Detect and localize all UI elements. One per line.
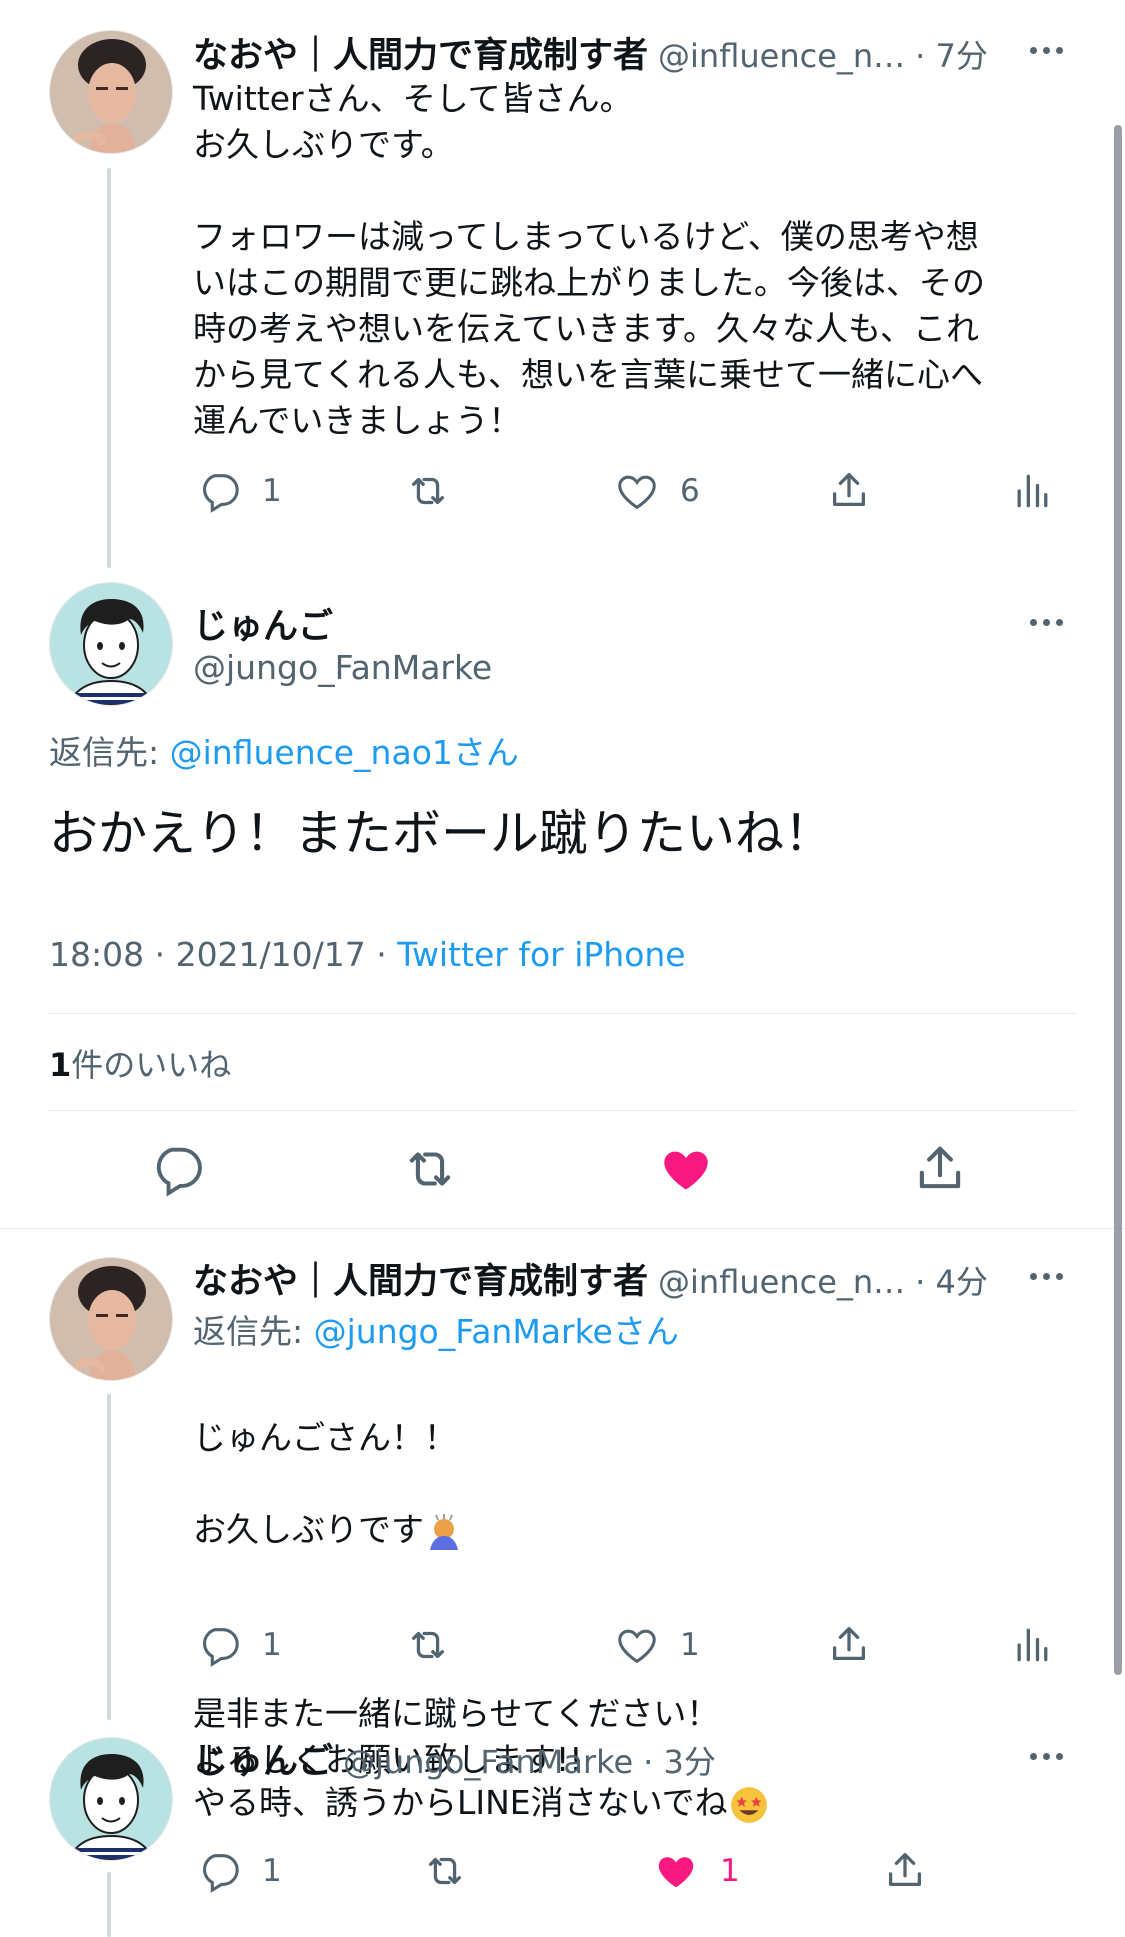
tweet-timestamp[interactable]: 18:08 · 2021/10/17 ·	[49, 935, 397, 974]
reply-to-label: 返信先:	[49, 733, 170, 772]
more-icon[interactable]	[1030, 1753, 1063, 1760]
tweet-text: Twitterさん、そして皆さん。 お久しぶりです。 フォロワーは減ってしまって…	[193, 79, 985, 440]
tweet-text: やる時、誘うからLINE消さないでね	[193, 1783, 728, 1822]
handle[interactable]: @jungo_FanMarke	[193, 648, 492, 687]
reply-icon	[196, 468, 242, 514]
heart-icon	[614, 1622, 660, 1668]
tweet-text-segment: お久しぶりです	[193, 1510, 424, 1549]
retweet-button[interactable]	[398, 1140, 462, 1198]
share-button[interactable]	[826, 466, 872, 514]
tweet-text-line: お久しぶりです	[193, 1507, 1073, 1553]
retweet-button[interactable]	[420, 1848, 470, 1894]
divider	[0, 1228, 1125, 1229]
share-icon	[826, 466, 872, 514]
reply-button[interactable]: 1	[196, 1622, 282, 1668]
analytics-button[interactable]	[1010, 1622, 1054, 1668]
more-icon[interactable]	[1030, 619, 1063, 626]
reply-count: 1	[262, 473, 282, 509]
avatar[interactable]	[49, 1737, 173, 1861]
avatar[interactable]	[49, 582, 173, 706]
share-button[interactable]	[826, 1620, 872, 1668]
likes-number: 1	[49, 1046, 72, 1084]
like-button[interactable]: 1	[614, 1622, 700, 1668]
reply-button[interactable]	[148, 1140, 206, 1198]
heart-filled-icon	[656, 1140, 716, 1198]
scrollbar[interactable]	[1114, 125, 1122, 1675]
display-name[interactable]: じゅんご	[193, 598, 333, 649]
handle[interactable]: @influence_n…	[658, 37, 905, 75]
timestamp[interactable]: · 4分	[915, 1257, 988, 1303]
display-name[interactable]: なおや｜人間力で育成制す者	[193, 1253, 648, 1304]
tweet-header: なおや｜人間力で育成制す者 @influence_n… · 4分	[193, 1253, 988, 1304]
like-count: 1	[720, 1853, 740, 1889]
heart-filled-icon	[652, 1848, 700, 1894]
retweet-icon	[403, 1622, 453, 1668]
divider	[49, 1110, 1077, 1111]
reply-to: 返信先: @jungo_FanMarkeさん	[193, 1305, 679, 1353]
share-icon	[882, 1846, 928, 1894]
heart-icon	[614, 468, 660, 514]
tweet-text: おかえり！またボール蹴りたいね！	[49, 805, 834, 862]
tweet-header: じゅんご @jungo_FanMarke · 3分	[193, 1733, 716, 1784]
reply-to-link[interactable]: @jungo_FanMarkeさん	[314, 1312, 679, 1351]
tweet-source-link[interactable]: Twitter for iPhone	[397, 935, 685, 974]
more-icon[interactable]	[1030, 1273, 1063, 1280]
handle[interactable]: @jungo_FanMarke	[343, 1743, 633, 1781]
like-count: 1	[680, 1627, 700, 1663]
reply-button[interactable]: 1	[196, 468, 282, 514]
reply-icon	[196, 1848, 242, 1894]
handle[interactable]: @influence_n…	[658, 1263, 905, 1301]
like-button-liked[interactable]	[656, 1140, 716, 1198]
thread-line	[107, 1394, 111, 1720]
share-icon	[826, 1620, 872, 1668]
tweet-text-line: じゅんごさん！！	[193, 1418, 457, 1457]
retweet-icon	[420, 1848, 470, 1894]
reply-to-link[interactable]: @influence_nao1さん	[170, 733, 519, 772]
reply-icon	[196, 1622, 242, 1668]
avatar[interactable]	[49, 30, 173, 154]
analytics-icon	[1010, 468, 1054, 514]
share-button[interactable]	[911, 1138, 969, 1198]
retweet-icon	[403, 468, 453, 514]
likes-label: 件のいいね	[71, 1046, 232, 1084]
reply-to: 返信先: @influence_nao1さん	[49, 726, 519, 774]
analytics-icon	[1010, 1622, 1054, 1668]
divider	[49, 1013, 1077, 1014]
retweet-icon	[398, 1140, 462, 1198]
retweet-button[interactable]	[403, 1622, 453, 1668]
thread-line	[107, 168, 111, 568]
share-icon	[911, 1138, 969, 1198]
reply-count: 1	[262, 1853, 282, 1889]
tweet-text-wrap: やる時、誘うからLINE消さないでね	[193, 1780, 1073, 1826]
timestamp[interactable]: · 3分	[643, 1737, 716, 1783]
like-button-liked[interactable]: 1	[652, 1848, 740, 1894]
like-count: 6	[680, 473, 700, 509]
bowing-person-emoji-icon	[430, 1513, 458, 1550]
reply-count: 1	[262, 1627, 282, 1663]
thread-line	[107, 1872, 111, 1937]
likes-summary[interactable]: 1件のいいね	[49, 1040, 231, 1086]
avatar[interactable]	[49, 1257, 173, 1381]
timestamp[interactable]: · 7分	[915, 31, 988, 77]
like-button[interactable]: 6	[614, 468, 700, 514]
reply-button[interactable]: 1	[196, 1848, 282, 1894]
reply-icon	[148, 1140, 206, 1198]
display-name[interactable]: なおや｜人間力で育成制す者	[193, 27, 648, 78]
tweet-header: なおや｜人間力で育成制す者 @influence_n… · 7分	[193, 27, 988, 78]
display-name[interactable]: じゅんご	[193, 1733, 333, 1784]
analytics-button[interactable]	[1010, 468, 1054, 514]
tweet-meta: 18:08 · 2021/10/17 · Twitter for iPhone	[49, 935, 686, 974]
star-struck-emoji-icon	[730, 1786, 767, 1823]
reply-to-label: 返信先:	[193, 1312, 314, 1351]
more-icon[interactable]	[1030, 47, 1063, 54]
share-button[interactable]	[882, 1846, 928, 1894]
retweet-button[interactable]	[403, 468, 453, 514]
